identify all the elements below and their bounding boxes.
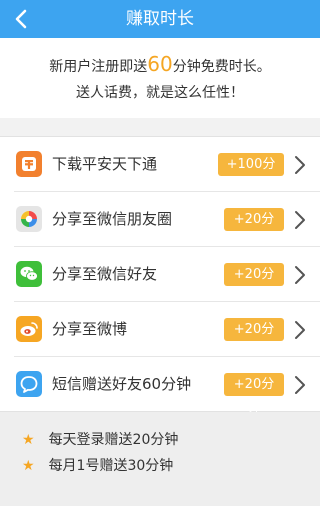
task-label: 短信赠送好友60分钟 xyxy=(52,375,192,393)
wechat-moments-icon xyxy=(16,206,42,232)
task-row-weibo[interactable]: 分享至微博 +20分钟 xyxy=(0,302,320,360)
task-row-wechat-moments[interactable]: 分享至微信朋友圈 +20分钟 xyxy=(0,192,320,250)
promo-text-pre: 新用户注册即送 xyxy=(49,59,148,75)
sms-icon xyxy=(16,371,42,397)
chevron-right-icon xyxy=(295,266,305,284)
task-row-wechat-friend[interactable]: 分享至微信好友 +20分钟 xyxy=(0,247,320,305)
chevron-right-icon xyxy=(295,211,305,229)
reward-badge: +20分钟 xyxy=(224,318,284,360)
tip-monthly: ★ 每月1号赠送30分钟 xyxy=(22,454,173,478)
star-icon: ★ xyxy=(22,458,35,474)
tip-text: 每天登录赠送20分钟 xyxy=(48,432,179,448)
wechat-icon xyxy=(16,261,42,287)
page-title: 赚取时长 xyxy=(126,9,194,29)
reward-badge: +20分钟 xyxy=(224,263,284,305)
task-row-download-app[interactable]: 下载平安天下通 +100分钟 xyxy=(0,137,320,195)
chevron-right-icon xyxy=(295,156,305,174)
promo-text-post: 分钟免费时长。 xyxy=(172,59,271,75)
header-bar: 赚取时长 xyxy=(0,0,320,38)
promo-highlight-number: 60 xyxy=(147,52,173,76)
tip-text: 每月1号赠送30分钟 xyxy=(48,458,174,474)
promo-line-2: 送人话费，就是这么任性！ xyxy=(76,85,244,101)
tip-daily-login: ★ 每天登录赠送20分钟 xyxy=(22,428,178,452)
weibo-icon xyxy=(16,316,42,342)
star-icon: ★ xyxy=(22,432,35,448)
task-label: 分享至微信好友 xyxy=(52,265,158,283)
chevron-right-icon xyxy=(295,376,305,394)
task-row-sms-gift[interactable]: 短信赠送好友60分钟 +20分钟 xyxy=(0,357,320,415)
reward-badge: +20分钟 xyxy=(224,373,284,415)
task-label: 下载平安天下通 xyxy=(52,155,158,173)
task-label: 分享至微博 xyxy=(52,320,128,338)
bonus-tips: ★ 每天登录赠送20分钟 ★ 每月1号赠送30分钟 xyxy=(0,412,320,506)
promo-line-1: 新用户注册即送60分钟免费时长。 xyxy=(0,51,320,80)
task-label: 分享至微信朋友圈 xyxy=(52,210,173,228)
task-list: 下载平安天下通 +100分钟 分享至微信朋友圈 +20分钟 分享至微信好友 +2… xyxy=(0,136,320,415)
chevron-right-icon xyxy=(295,321,305,339)
reward-badge: +100分钟 xyxy=(218,153,284,195)
reward-badge: +20分钟 xyxy=(224,208,284,250)
pingan-app-icon xyxy=(16,151,42,177)
promo-banner: 新用户注册即送60分钟免费时长。 送人话费，就是这么任性！ xyxy=(0,38,320,118)
